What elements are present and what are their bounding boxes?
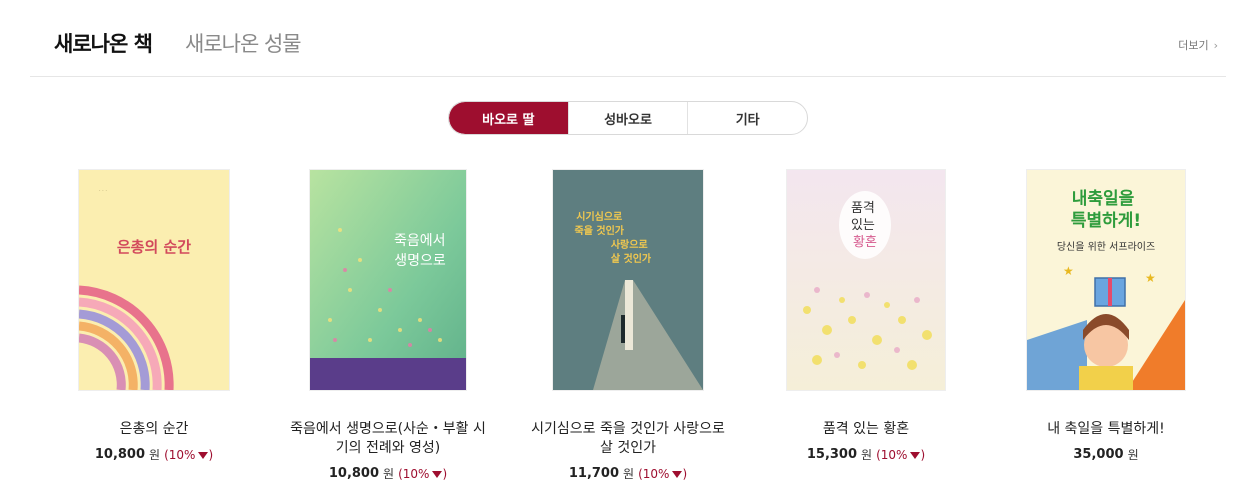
down-arrow-icon [910, 451, 921, 459]
book-title[interactable]: 품격 있는 황혼 [746, 420, 986, 439]
discount-badge: (10%) [164, 447, 214, 462]
discount-badge: (10%) [638, 466, 688, 481]
svg-text:★: ★ [1063, 264, 1074, 278]
tab-others[interactable]: 기타 [687, 102, 807, 134]
down-arrow-icon [672, 470, 683, 478]
book-card[interactable]: 내축일을 특별하게! 당신을 위한 서프라이즈 ★ ★ 내 축일을 특별하게! … [986, 170, 1226, 463]
price-row: 10,800 원 (10%) [268, 465, 508, 482]
book-cover[interactable]: 은총의 순간 · · · [79, 170, 229, 390]
price-value: 10,800 [328, 466, 380, 481]
price-value: 15,300 [806, 447, 858, 462]
price-currency: 원 [623, 467, 635, 481]
book-card[interactable]: 품격 있는 황혼 품격 있는 황혼 15,300 원 (10%) [746, 170, 986, 463]
price-value: 35,000 [1073, 447, 1124, 462]
book-title[interactable]: 내 축일을 특별하게! [986, 420, 1226, 439]
section-header: 새로나온 책 새로나온 성물 더보기 › [30, 0, 1226, 77]
book-card[interactable]: 시기심으로 죽을 것인가 사랑으로 살 것인가 시기심으로 죽을 것인가 사랑으… [508, 170, 748, 482]
book-cover[interactable]: 품격 있는 황혼 [787, 170, 945, 390]
book-card[interactable]: 은총의 순간 · · · 은총의 순간 10,800 원 (10%) [34, 170, 274, 463]
more-link[interactable]: 더보기 › [1178, 37, 1218, 53]
cover-title: 품격 있는 황혼 [851, 201, 879, 250]
tab-new-goods[interactable]: 새로나온 성물 [185, 28, 302, 58]
svg-text:· · ·: · · · [99, 188, 107, 194]
price-currency: 원 [149, 448, 161, 462]
price-row: 10,800 원 (10%) [34, 446, 274, 463]
cover-art-rainbow: 은총의 순간 · · · [79, 170, 229, 390]
cover-art-gift: 내축일을 특별하게! 당신을 위한 서프라이즈 ★ ★ [1027, 170, 1185, 390]
book-card[interactable]: 죽음에서 생명으로 죽음에서 생명으로(사순・부활 시기의 전례와 영성) 10… [268, 170, 508, 482]
cover-subtitle: 당신을 위한 서프라이즈 [1057, 240, 1155, 253]
book-cover[interactable]: 시기심으로 죽을 것인가 사랑으로 살 것인가 [553, 170, 703, 390]
chevron-right-icon: › [1213, 38, 1218, 52]
tab-pauline-daughters[interactable]: 바오로 딸 [449, 102, 568, 134]
publisher-tabs: 바오로 딸 성바오로 기타 [448, 101, 808, 135]
tab-st-paul[interactable]: 성바오로 [567, 102, 688, 134]
cover-art-flowers: 죽음에서 생명으로 [310, 170, 466, 390]
down-arrow-icon [432, 470, 443, 478]
cover-art-meadow: 품격 있는 황혼 [787, 170, 945, 390]
price-row: 35,000 원 [986, 446, 1226, 463]
price-currency: 원 [1127, 448, 1139, 462]
discount-badge: (10%) [398, 466, 448, 481]
price-currency: 원 [861, 448, 873, 462]
book-cover[interactable]: 죽음에서 생명으로 [310, 170, 466, 390]
price-currency: 원 [383, 467, 395, 481]
price-value: 11,700 [568, 466, 620, 481]
more-label: 더보기 [1178, 39, 1209, 52]
svg-text:★: ★ [1145, 271, 1156, 285]
tab-new-books[interactable]: 새로나온 책 [54, 28, 153, 58]
price-row: 15,300 원 (10%) [746, 446, 986, 463]
down-arrow-icon [198, 451, 209, 459]
book-title[interactable]: 시기심으로 죽을 것인가 사랑으로 살 것인가 [508, 420, 748, 458]
price-row: 11,700 원 (10%) [508, 465, 748, 482]
discount-badge: (10%) [876, 447, 926, 462]
cover-art-door: 시기심으로 죽을 것인가 사랑으로 살 것인가 [553, 170, 703, 390]
product-cover[interactable]: 내축일을 특별하게! 당신을 위한 서프라이즈 ★ ★ [1027, 170, 1185, 390]
cover-title: 은총의 순간 [117, 238, 191, 256]
book-title[interactable]: 죽음에서 생명으로(사순・부활 시기의 전례와 영성) [268, 420, 508, 458]
book-title[interactable]: 은총의 순간 [34, 420, 274, 439]
price-value: 10,800 [94, 447, 146, 462]
